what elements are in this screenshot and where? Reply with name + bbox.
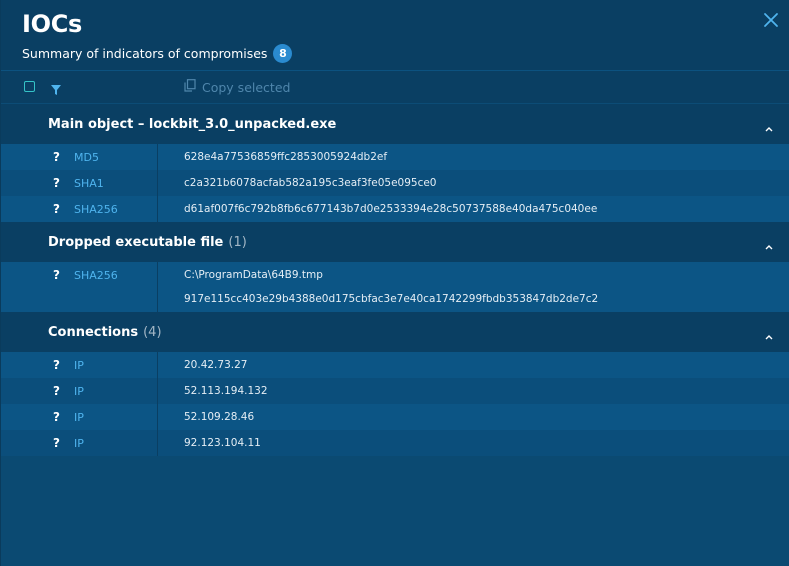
column-divider bbox=[157, 404, 158, 430]
ioc-type: SHA256 bbox=[74, 203, 118, 216]
dialog-title: IOCs bbox=[22, 10, 83, 38]
ioc-value[interactable]: c2a321b6078acfab582a195c3eaf3fe05e095ce0 bbox=[184, 177, 437, 189]
dialog-subtitle: Summary of indicators of compromises 8 bbox=[22, 44, 293, 63]
ioc-type: MD5 bbox=[74, 151, 99, 164]
section-title: Main object – lockbit_3.0_unpacked.exe bbox=[48, 116, 337, 132]
copy-selected-button[interactable]: Copy selected bbox=[184, 79, 290, 95]
ioc-type: IP bbox=[74, 437, 84, 450]
ioc-value[interactable]: 52.113.194.132 bbox=[184, 385, 268, 397]
section-connections[interactable]: Connections (4) bbox=[1, 312, 789, 352]
column-divider bbox=[157, 144, 158, 170]
column-divider bbox=[157, 352, 158, 378]
ioc-type: IP bbox=[74, 359, 84, 372]
column-divider bbox=[157, 378, 158, 404]
section-count: (1) bbox=[228, 234, 247, 250]
select-all-checkbox[interactable] bbox=[24, 81, 35, 92]
table-row[interactable]: ? IP 92.123.104.11 bbox=[1, 430, 789, 456]
unknown-icon: ? bbox=[53, 410, 60, 424]
ioc-value[interactable]: 92.123.104.11 bbox=[184, 437, 261, 449]
table-row[interactable]: ? SHA256 d61af007f6c792b8fb6c677143b7d0e… bbox=[1, 196, 789, 222]
copy-icon bbox=[184, 79, 196, 95]
table-row[interactable]: ? SHA1 c2a321b6078acfab582a195c3eaf3fe05… bbox=[1, 170, 789, 196]
toolbar: Copy selected bbox=[1, 71, 789, 104]
close-icon[interactable] bbox=[763, 12, 779, 28]
table-row[interactable]: ? SHA256 C:\ProgramData\64B9.tmp 917e115… bbox=[1, 262, 789, 312]
table-row[interactable]: ? MD5 628e4a77536859ffc2853005924db2ef bbox=[1, 144, 789, 170]
section-title: Connections bbox=[48, 324, 139, 340]
chevron-up-icon[interactable] bbox=[765, 329, 773, 344]
chevron-up-icon[interactable] bbox=[765, 239, 773, 254]
chevron-up-icon[interactable] bbox=[765, 121, 773, 136]
iocs-dialog: IOCs Summary of indicators of compromise… bbox=[0, 0, 789, 566]
section-rows: ? IP 20.42.73.27 ? IP 52.113.194.132 ? I… bbox=[1, 352, 789, 456]
table-row[interactable]: ? IP 52.113.194.132 bbox=[1, 378, 789, 404]
ioc-type: IP bbox=[74, 385, 84, 398]
ioc-value[interactable]: 52.109.28.46 bbox=[184, 411, 254, 423]
column-divider bbox=[157, 430, 158, 456]
ioc-count-badge: 8 bbox=[273, 44, 293, 63]
section-main-object[interactable]: Main object – lockbit_3.0_unpacked.exe bbox=[1, 104, 789, 144]
section-rows: ? SHA256 C:\ProgramData\64B9.tmp 917e115… bbox=[1, 262, 789, 312]
ioc-value[interactable]: d61af007f6c792b8fb6c677143b7d0e2533394e2… bbox=[184, 203, 597, 215]
copy-selected-label: Copy selected bbox=[202, 79, 291, 95]
ioc-type: IP bbox=[74, 411, 84, 424]
ioc-type: SHA256 bbox=[74, 269, 118, 282]
section-title: Dropped executable file bbox=[48, 234, 224, 250]
unknown-icon: ? bbox=[53, 176, 60, 190]
unknown-icon: ? bbox=[53, 268, 60, 282]
unknown-icon: ? bbox=[53, 202, 60, 216]
section-rows: ? MD5 628e4a77536859ffc2853005924db2ef ?… bbox=[1, 144, 789, 222]
section-count: (4) bbox=[143, 324, 162, 340]
column-divider bbox=[157, 170, 158, 196]
table-row[interactable]: ? IP 20.42.73.27 bbox=[1, 352, 789, 378]
ioc-value[interactable]: 20.42.73.27 bbox=[184, 359, 247, 371]
filter-icon[interactable] bbox=[50, 81, 62, 100]
section-dropped-executable[interactable]: Dropped executable file (1) bbox=[1, 222, 789, 262]
ioc-file-path[interactable]: C:\ProgramData\64B9.tmp bbox=[184, 269, 323, 281]
subtitle-text: Summary of indicators of compromises bbox=[22, 46, 268, 61]
table-row[interactable]: ? IP 52.109.28.46 bbox=[1, 404, 789, 430]
unknown-icon: ? bbox=[53, 436, 60, 450]
ioc-value[interactable]: 628e4a77536859ffc2853005924db2ef bbox=[184, 151, 387, 163]
column-divider bbox=[157, 196, 158, 222]
dialog-header: IOCs Summary of indicators of compromise… bbox=[1, 0, 789, 71]
ioc-type: SHA1 bbox=[74, 177, 104, 190]
ioc-value[interactable]: 917e115cc403e29b4388e0d175cbfac3e7e40ca1… bbox=[184, 293, 598, 305]
unknown-icon: ? bbox=[53, 150, 60, 164]
unknown-icon: ? bbox=[53, 384, 60, 398]
unknown-icon: ? bbox=[53, 358, 60, 372]
column-divider bbox=[157, 262, 158, 312]
